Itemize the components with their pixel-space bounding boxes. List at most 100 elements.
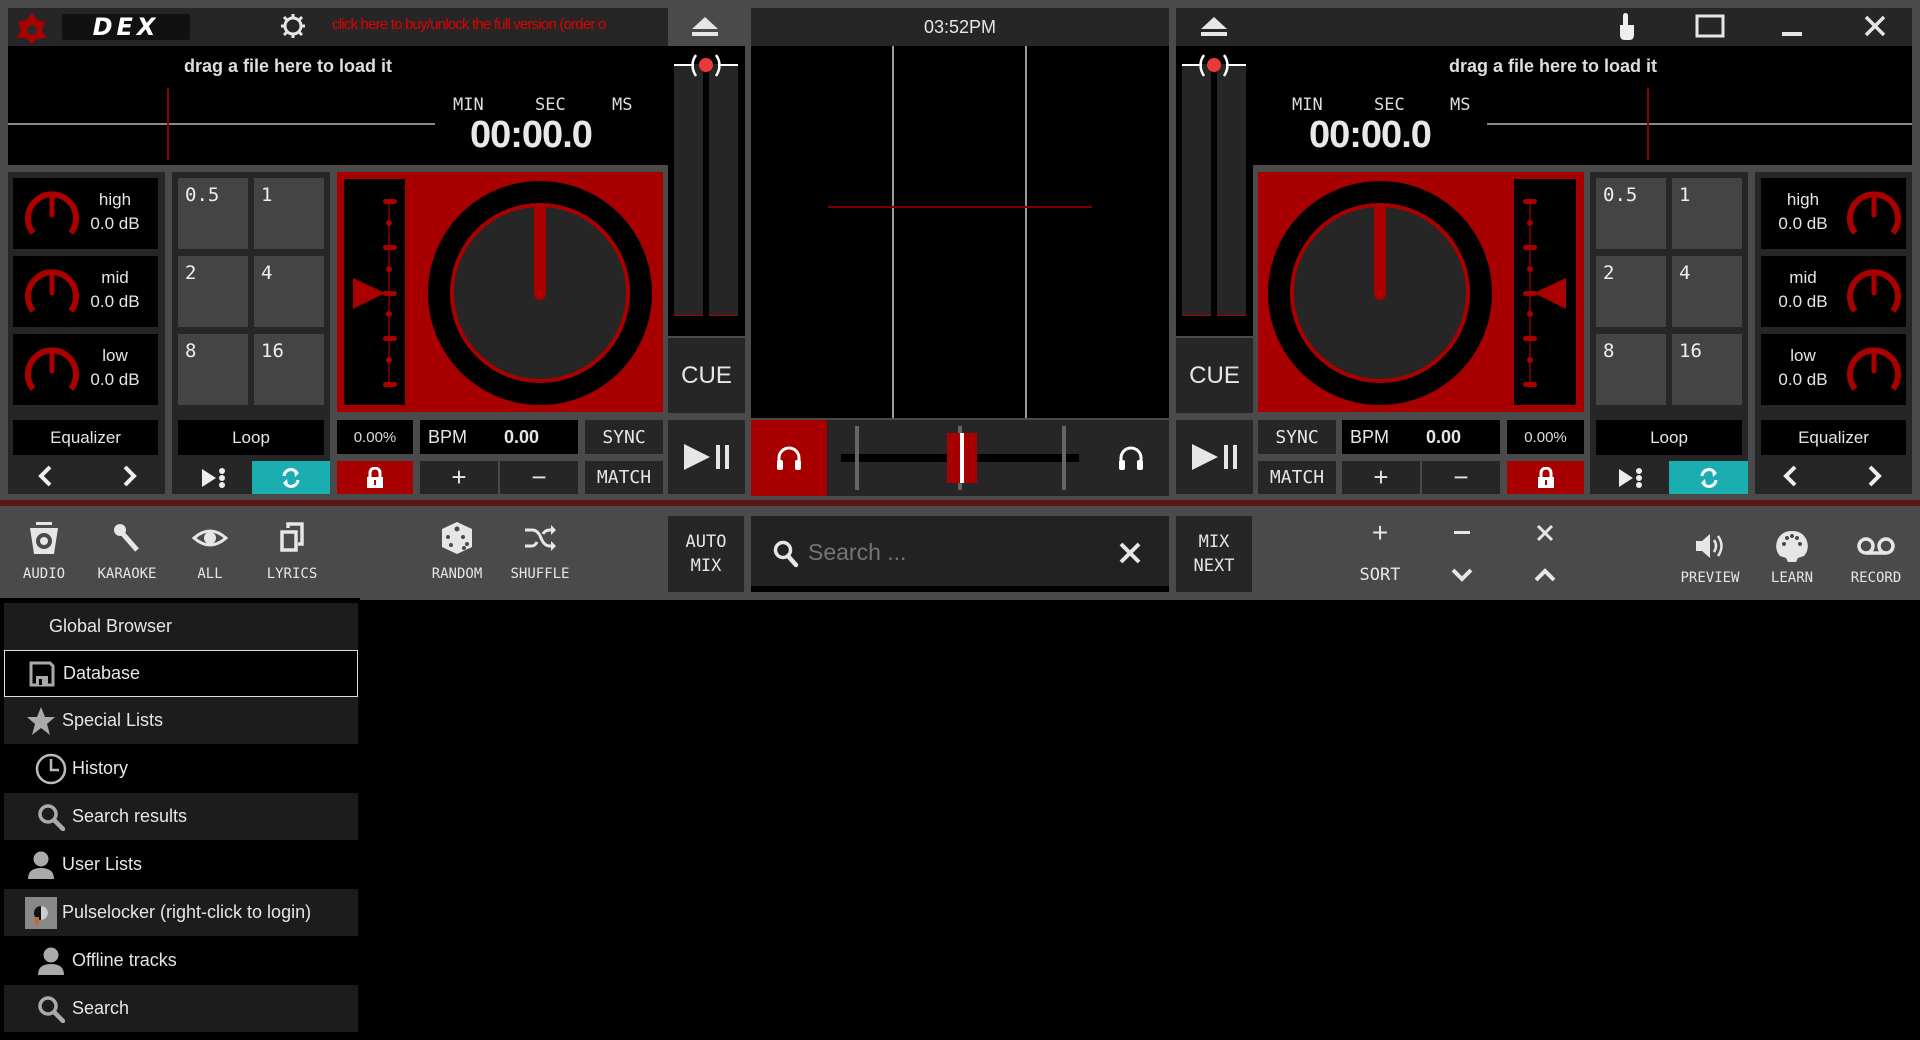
right-equalizer-title[interactable]: Equalizer [1761, 420, 1906, 455]
left-headphone-cue-button[interactable] [751, 420, 827, 496]
right-bpm-minus-button[interactable]: − [1422, 461, 1500, 494]
right-eq-knob-icon[interactable] [1843, 263, 1905, 321]
toolbar-learn-button[interactable]: LEARN [1752, 528, 1832, 594]
maximize-window-button[interactable] [1690, 10, 1730, 42]
right-eq-knob-icon[interactable] [1843, 341, 1905, 399]
right-loop-pad[interactable]: 2 [1596, 256, 1666, 327]
left-loop-pad[interactable]: 2 [178, 256, 248, 327]
speaker-box-icon [26, 520, 62, 556]
right-loop-roll-icon[interactable] [1596, 461, 1666, 494]
sidebar-item-search[interactable]: Search [4, 985, 358, 1032]
close-window-button[interactable] [1855, 10, 1895, 42]
left-loop-roll-icon[interactable] [178, 461, 250, 494]
right-pitch-fader[interactable] [1514, 179, 1576, 405]
right-sync-button[interactable]: SYNC [1258, 420, 1336, 454]
toolbar-record-button[interactable]: RECORD [1836, 528, 1916, 594]
left-loop-pad[interactable]: 16 [254, 334, 324, 405]
toolbar-audio-button[interactable]: AUDIO [4, 520, 84, 594]
sidebar-item-global[interactable]: Global Browser [4, 603, 358, 650]
sidebar-item-pulselocker[interactable]: Pulselocker (right-click to login) [4, 889, 358, 936]
eject-left-icon[interactable] [686, 10, 724, 42]
toolbar-preview-button[interactable]: PREVIEW [1670, 528, 1750, 594]
left-pitch-text: 0.00% [353, 428, 397, 446]
left-eq-next-chevron-icon[interactable] [110, 460, 150, 492]
left-loop-toggle-button[interactable] [252, 461, 330, 494]
left-jog-wheel[interactable] [425, 178, 655, 408]
search-box[interactable] [751, 516, 1169, 592]
settings-gear-icon[interactable] [278, 10, 308, 42]
left-loop-pad[interactable]: 8 [178, 334, 248, 405]
left-sync-button[interactable]: SYNC [585, 420, 663, 454]
right-eq-band-label: mid [1789, 268, 1817, 287]
right-eq-band-value: 0.0 dB [1778, 370, 1828, 389]
left-loop-pad[interactable]: 0.5 [178, 178, 248, 249]
move-down-chevron-icon[interactable] [1442, 560, 1482, 590]
left-eq-prev-chevron-icon[interactable] [25, 460, 65, 492]
sidebar-item-search[interactable]: Search results [4, 793, 358, 840]
mix-next-button[interactable]: MIX NEXT [1176, 516, 1252, 592]
move-up-chevron-icon[interactable] [1525, 560, 1565, 590]
right-loop-pad[interactable]: 4 [1672, 256, 1742, 327]
right-loop-title[interactable]: Loop [1596, 420, 1742, 455]
left-cue-button[interactable]: CUE [668, 338, 745, 413]
pulselocker-icon [24, 896, 58, 929]
left-pitch-lock-button[interactable] [337, 461, 413, 494]
right-play-pause-button[interactable] [1176, 420, 1253, 494]
toolbar-random-button[interactable]: RANDOM [417, 520, 497, 594]
right-loop-pad[interactable]: 0.5 [1596, 178, 1666, 249]
right-loop-pad[interactable]: 8 [1596, 334, 1666, 405]
right-pitch-lock-button[interactable] [1507, 461, 1584, 494]
right-gain-knob-handle[interactable] [1182, 50, 1246, 84]
search-input[interactable] [808, 534, 1088, 570]
sidebar-item-database[interactable]: Database [4, 650, 358, 697]
minimize-window-button[interactable] [1772, 10, 1812, 42]
sidebar-item-history[interactable]: History [4, 745, 358, 792]
right-loop-toggle-button[interactable] [1669, 461, 1748, 494]
toolbar-lyrics-button[interactable]: LYRICS [252, 520, 332, 594]
sidebar-item-special[interactable]: Special Lists [4, 697, 358, 744]
sort-button[interactable]: SORT [1345, 560, 1415, 590]
left-loop-pad[interactable]: 1 [254, 178, 324, 249]
left-match-button[interactable]: MATCH [585, 461, 663, 494]
clock-icon [34, 753, 68, 785]
dex-logo-icon[interactable] [12, 8, 52, 46]
auto-mix-button[interactable]: AUTO MIX [668, 516, 744, 592]
left-equalizer-title[interactable]: Equalizer [13, 420, 158, 455]
left-loop-title[interactable]: Loop [178, 420, 324, 455]
right-match-button[interactable]: MATCH [1258, 461, 1336, 494]
sidebar-item-offline[interactable]: Offline tracks [4, 937, 358, 984]
right-eq-knob-icon[interactable] [1843, 185, 1905, 243]
right-bpm-label: BPM [1350, 427, 1390, 447]
right-eq-prev-chevron-icon[interactable] [1770, 460, 1810, 492]
toolbar-all-button[interactable]: ALL [170, 520, 250, 594]
left-eq-knob-icon[interactable] [21, 341, 83, 399]
eject-right-icon[interactable] [1195, 10, 1233, 42]
right-headphone-cue-button[interactable] [1093, 420, 1169, 496]
left-eq-knob-icon[interactable] [21, 185, 83, 243]
right-cue-button[interactable]: CUE [1176, 338, 1253, 413]
buy-full-version-link[interactable]: click here to buy/unlock the full versio… [332, 16, 667, 38]
sidebar-item-user[interactable]: User Lists [4, 841, 358, 888]
left-pitch-fader[interactable] [344, 179, 405, 405]
left-gain-knob-handle[interactable] [674, 50, 738, 84]
left-waveform-line [8, 123, 435, 125]
toolbar-karaoke-button[interactable]: KARAOKE [87, 520, 167, 594]
right-loop-pad[interactable]: 1 [1672, 178, 1742, 249]
clear-x-icon[interactable] [1525, 518, 1565, 548]
left-bpm-plus-button[interactable]: + [420, 461, 498, 494]
right-jog-wheel[interactable] [1265, 178, 1495, 408]
toolbar-shuffle-button[interactable]: SHUFFLE [500, 520, 580, 594]
left-bpm-minus-button[interactable]: − [500, 461, 578, 494]
right-eq-next-chevron-icon[interactable] [1855, 460, 1895, 492]
clear-search-icon[interactable] [1118, 541, 1142, 565]
add-to-list-plus-icon[interactable]: + [1360, 517, 1400, 548]
left-play-pause-button[interactable] [668, 420, 745, 494]
touch-mode-icon[interactable] [1610, 8, 1644, 44]
right-bpm-plus-button[interactable]: + [1342, 461, 1420, 494]
left-eq-knob-icon[interactable] [21, 263, 83, 321]
left-bpm-value: 0.00 [504, 427, 540, 447]
crossfader-handle[interactable] [947, 433, 977, 483]
right-loop-pad[interactable]: 16 [1672, 334, 1742, 405]
remove-minus-icon[interactable] [1442, 518, 1482, 548]
left-loop-pad[interactable]: 4 [254, 256, 324, 327]
